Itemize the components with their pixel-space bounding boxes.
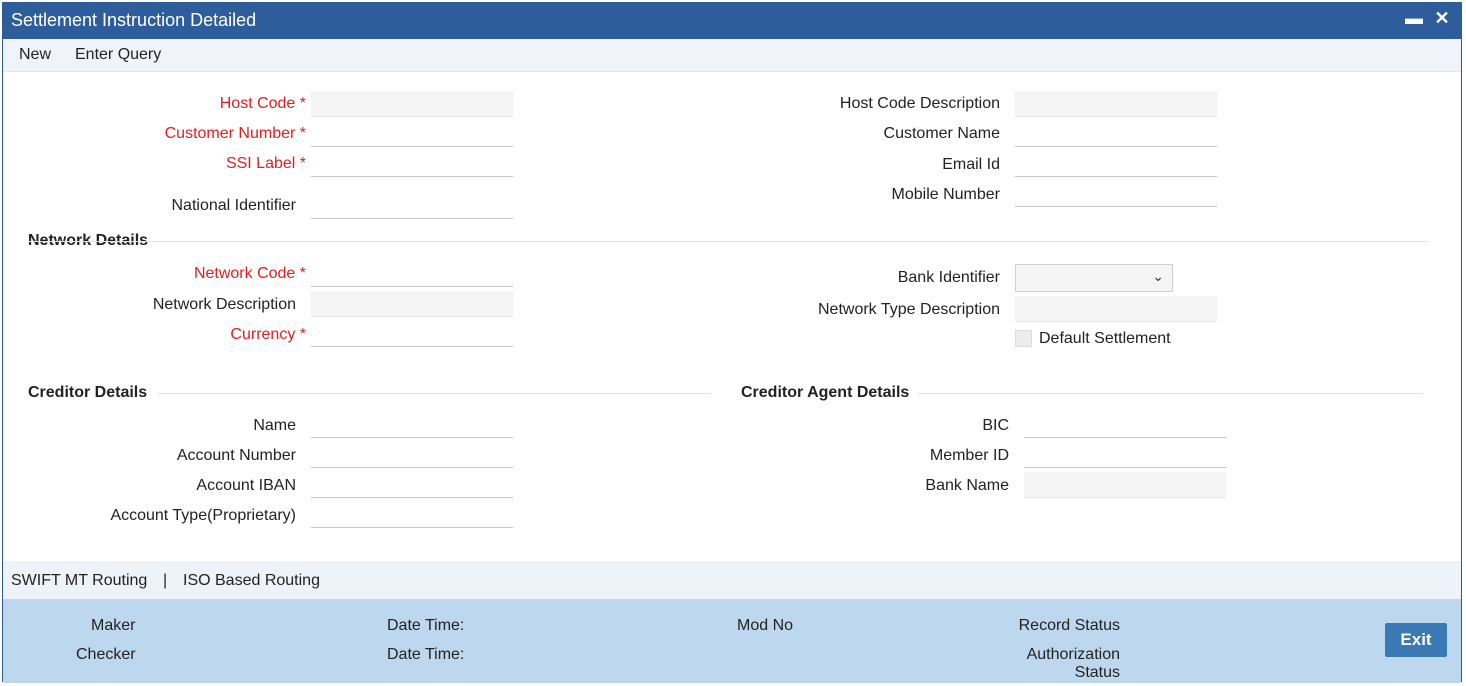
chevron-down-icon: ⌄ (1152, 268, 1164, 284)
menu-bar: New Enter Query (3, 39, 1461, 72)
account-number-label: Account Number (176, 447, 296, 464)
mod-no-label: Mod No (737, 617, 794, 634)
swift-mt-routing-link[interactable]: SWIFT MT Routing (11, 572, 147, 590)
bank-name-label: Bank Name (925, 477, 1009, 494)
email-id-label: Email Id (942, 156, 1000, 173)
network-code-field[interactable] (311, 261, 513, 287)
ssi-label-label: SSI Label (226, 155, 306, 173)
mobile-number-label: Mobile Number (891, 186, 1000, 203)
menu-enter-query[interactable]: Enter Query (75, 46, 161, 64)
authorization-status-label: Status (1074, 664, 1120, 681)
national-identifier-label: National Identifier (171, 197, 296, 214)
exit-button[interactable]: Exit (1385, 623, 1447, 657)
maker-label: Maker (91, 617, 136, 634)
creditor-agent-details-heading: Creditor Agent Details (741, 384, 910, 401)
creditor-details-divider (158, 393, 711, 394)
ssi-label-field[interactable] (311, 151, 513, 177)
host-code-description-label: Host Code Description (839, 95, 1000, 112)
member-id-field[interactable] (1024, 442, 1226, 468)
currency-field[interactable] (311, 321, 513, 347)
window-title: Settlement Instruction Detailed (11, 10, 257, 30)
network-type-description-field[interactable] (1015, 296, 1217, 322)
bank-identifier-label: Bank Identifier (897, 269, 1000, 286)
authorization-label: Authorization (1026, 646, 1120, 663)
account-iban-field[interactable] (311, 472, 513, 498)
routing-separator: | (163, 572, 168, 589)
network-description-label: Network Description (152, 296, 296, 313)
creditor-name-field[interactable] (311, 412, 513, 438)
account-number-field[interactable] (311, 442, 513, 468)
account-type-label: Account Type(Proprietary) (110, 507, 296, 524)
member-id-label: Member ID (929, 447, 1009, 464)
bic-field[interactable] (1024, 412, 1226, 438)
network-type-description-label: Network Type Description (818, 301, 1000, 318)
currency-label: Currency (230, 326, 306, 344)
checker-date-time-label: Date Time: (387, 646, 465, 663)
creditor-agent-details-divider (918, 393, 1423, 394)
minimize-icon[interactable]: ▬ (1403, 8, 1425, 32)
record-status-label: Record Status (1018, 617, 1120, 634)
customer-name-field[interactable] (1015, 121, 1217, 147)
creditor-name-label: Name (253, 417, 296, 434)
account-iban-label: Account IBAN (196, 477, 296, 494)
customer-number-label: Customer Number (165, 125, 306, 143)
checker-label: Checker (76, 646, 136, 663)
creditor-details-heading: Creditor Details (28, 384, 148, 401)
bic-label: BIC (982, 417, 1009, 434)
bank-name-field[interactable] (1024, 472, 1226, 498)
national-identifier-field[interactable] (311, 193, 513, 219)
settlement-instruction-window: Settlement Instruction Detailed ▬ ✕ New … (2, 2, 1462, 683)
mobile-number-field[interactable] (1015, 181, 1217, 207)
title-bar: Settlement Instruction Detailed ▬ ✕ (3, 3, 1461, 39)
host-code-field[interactable] (311, 91, 513, 117)
default-settlement-label: Default Settlement (1039, 330, 1171, 347)
menu-new[interactable]: New (19, 46, 51, 64)
email-id-field[interactable] (1015, 151, 1217, 177)
routing-bar: SWIFT MT Routing | ISO Based Routing (3, 561, 1461, 599)
default-settlement-checkbox[interactable] (1015, 330, 1032, 347)
bank-identifier-select[interactable]: ⌄ (1015, 264, 1173, 292)
host-code-label: Host Code (220, 95, 306, 113)
maker-date-time-label: Date Time: (387, 617, 465, 634)
account-type-field[interactable] (311, 502, 513, 528)
customer-name-label: Customer Name (883, 125, 1000, 142)
network-description-field[interactable] (311, 291, 513, 317)
close-icon[interactable]: ✕ (1431, 8, 1453, 32)
iso-based-routing-link[interactable]: ISO Based Routing (183, 572, 320, 590)
audit-footer: Maker Checker Date Time: Date Time: Mod … (3, 599, 1461, 683)
network-details-divider (28, 241, 1428, 242)
host-code-description-field[interactable] (1015, 91, 1217, 117)
customer-number-field[interactable] (311, 121, 513, 147)
network-code-label: Network Code (194, 265, 306, 283)
